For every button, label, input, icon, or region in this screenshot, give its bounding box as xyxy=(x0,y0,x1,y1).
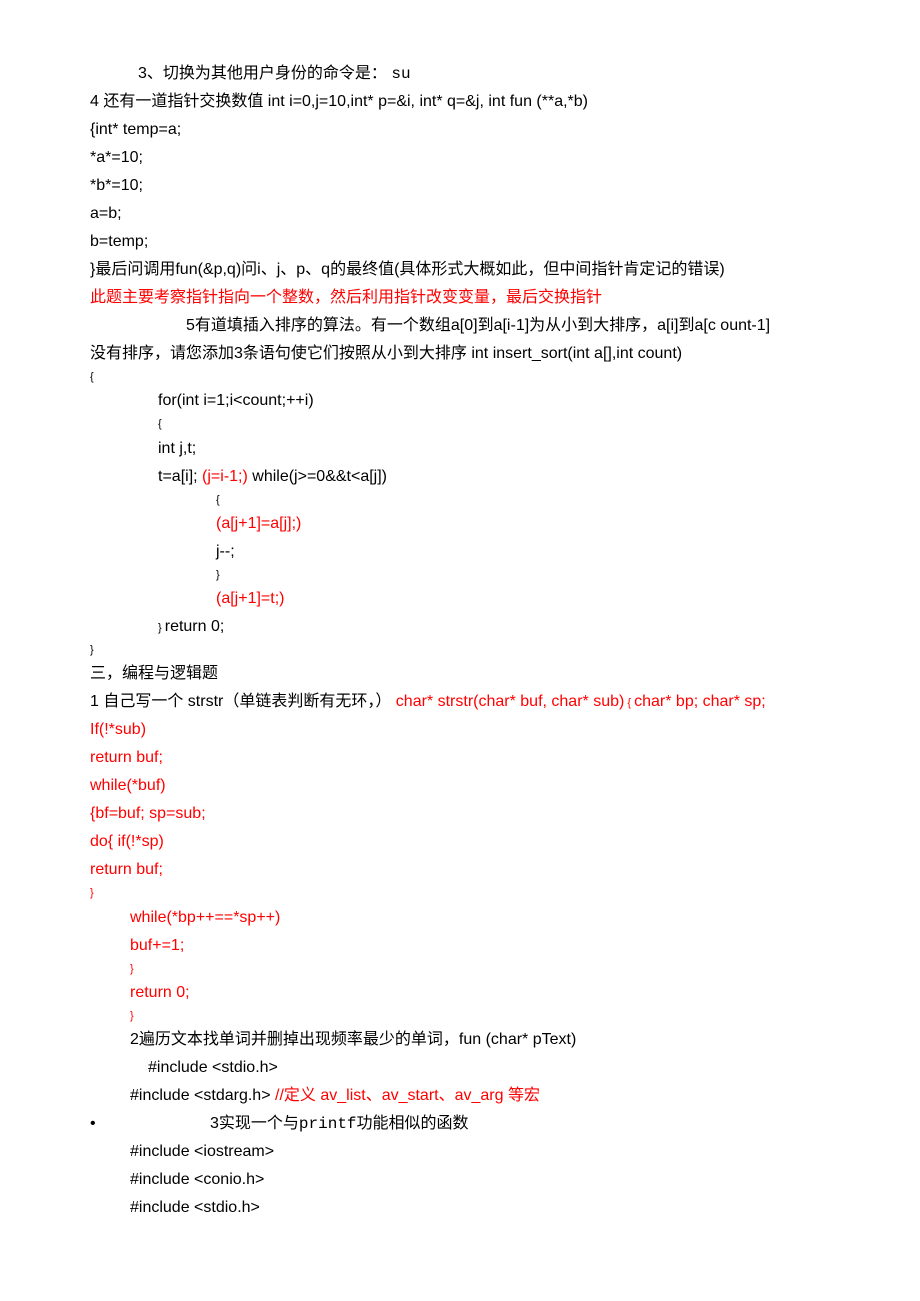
code-for: for(int i=1;i<count;++i) xyxy=(90,387,830,415)
code-ret: return 0; xyxy=(165,618,225,635)
q4-note: 此题主要考察指针指向一个整数，然后利用指针改变变量，最后交换指针 xyxy=(90,284,830,312)
strstr-brace1: } xyxy=(90,884,830,903)
inc-stdarg-a: #include <stdarg.h> xyxy=(130,1087,275,1104)
code-assign-a: t=a[i]; xyxy=(158,468,202,485)
q5-text1: 5有道填插入排序的算法。有一个数组a[0]到a[i-1]为从小到大排序，a[i]… xyxy=(186,317,770,334)
code-brace1: { xyxy=(90,415,830,434)
q1-text: 1 自己写一个 strstr（单链表判断有无环，） xyxy=(90,693,396,710)
q4-line6: b=temp; xyxy=(90,228,830,256)
q3-printf-text: 3实现一个与printf功能相似的函数 xyxy=(210,1115,469,1132)
code-return0: } return 0; xyxy=(90,613,830,641)
q4-line7: }最后问调用fun(&p,q)问i、j、p、q的最终值(具体形式大概如此，但中间… xyxy=(90,256,830,284)
strstr-brace3: } xyxy=(90,1007,830,1026)
q3-printf: • 3实现一个与printf功能相似的函数 xyxy=(90,1110,830,1138)
code-brace-close: } xyxy=(90,641,830,660)
q1-strstr: 1 自己写一个 strstr（单链表判断有无环，） char* strstr(c… xyxy=(90,688,830,716)
code-brace3: } xyxy=(90,566,830,585)
q4-line5: a=b; xyxy=(90,200,830,228)
strstr-assign: {bf=buf; sp=sub; xyxy=(90,800,830,828)
include-iostream: #include <iostream> xyxy=(90,1138,830,1166)
strstr-while: while(*buf) xyxy=(90,772,830,800)
include-stdarg: #include <stdarg.h> //定义 av_list、av_star… xyxy=(90,1082,830,1110)
q1-brace: { xyxy=(624,697,634,709)
q1-sig: char* strstr(char* buf, char* sub) xyxy=(396,693,625,710)
strstr-if: If(!*sub) xyxy=(90,716,830,744)
code-brace-open: { xyxy=(90,368,830,387)
strstr-ret1: return buf; xyxy=(90,744,830,772)
strstr-do: do{ if(!*sp) xyxy=(90,828,830,856)
q2-text: 2遍历文本找单词并删掉出现频率最少的单词，fun (char* pText) xyxy=(90,1026,830,1054)
q3-cmd: su xyxy=(391,65,410,83)
code-assign: t=a[i]; (j=i-1;) while(j>=0&&t<a[j]) xyxy=(90,463,830,491)
code-brace2: { xyxy=(90,491,830,510)
q4-line3: *a*=10; xyxy=(90,144,830,172)
strstr-brace2: } xyxy=(90,960,830,979)
q5-line1: 5有道填插入排序的算法。有一个数组a[0]到a[i-1]为从小到大排序，a[i]… xyxy=(90,312,830,340)
include-stdio2: #include <stdio.h> xyxy=(90,1194,830,1222)
q3-text: 3、切换为其他用户身份的命令是： xyxy=(138,65,391,82)
code-assign-c: while(j>=0&&t<a[j]) xyxy=(248,468,387,485)
q1-decl: char* bp; char* sp; xyxy=(634,693,766,710)
section3-title: 三，编程与逻辑题 xyxy=(90,660,830,688)
strstr-while2: while(*bp++==*sp++) xyxy=(90,904,830,932)
q4-line2: {int* temp=a; xyxy=(90,116,830,144)
code-swap: (a[j+1]=a[j];) xyxy=(90,510,830,538)
code-assign-b: (j=i-1;) xyxy=(202,468,248,485)
code-dec: j--; xyxy=(90,538,830,566)
code-final: (a[j+1]=t;) xyxy=(90,585,830,613)
q3-line: 3、切换为其他用户身份的命令是： su xyxy=(90,60,830,88)
code-decl: int j,t; xyxy=(90,435,830,463)
q4-line4: *b*=10; xyxy=(90,172,830,200)
code-brace4: } xyxy=(158,622,165,634)
strstr-ret3: return 0; xyxy=(90,979,830,1007)
q5-line2: 没有排序，请您添加3条语句使它们按照从小到大排序 int insert_sort… xyxy=(90,340,830,368)
strstr-inc: buf+=1; xyxy=(90,932,830,960)
include-stdio: #include <stdio.h> xyxy=(90,1054,830,1082)
strstr-ret2: return buf; xyxy=(90,856,830,884)
q4-line1: 4 还有一道指针交换数值 int i=0,j=10,int* p=&i, int… xyxy=(90,88,830,116)
inc-stdarg-b: //定义 av_list、av_start、av_arg 等宏 xyxy=(275,1087,540,1104)
include-conio: #include <conio.h> xyxy=(90,1166,830,1194)
bullet-icon: • xyxy=(90,1110,150,1138)
